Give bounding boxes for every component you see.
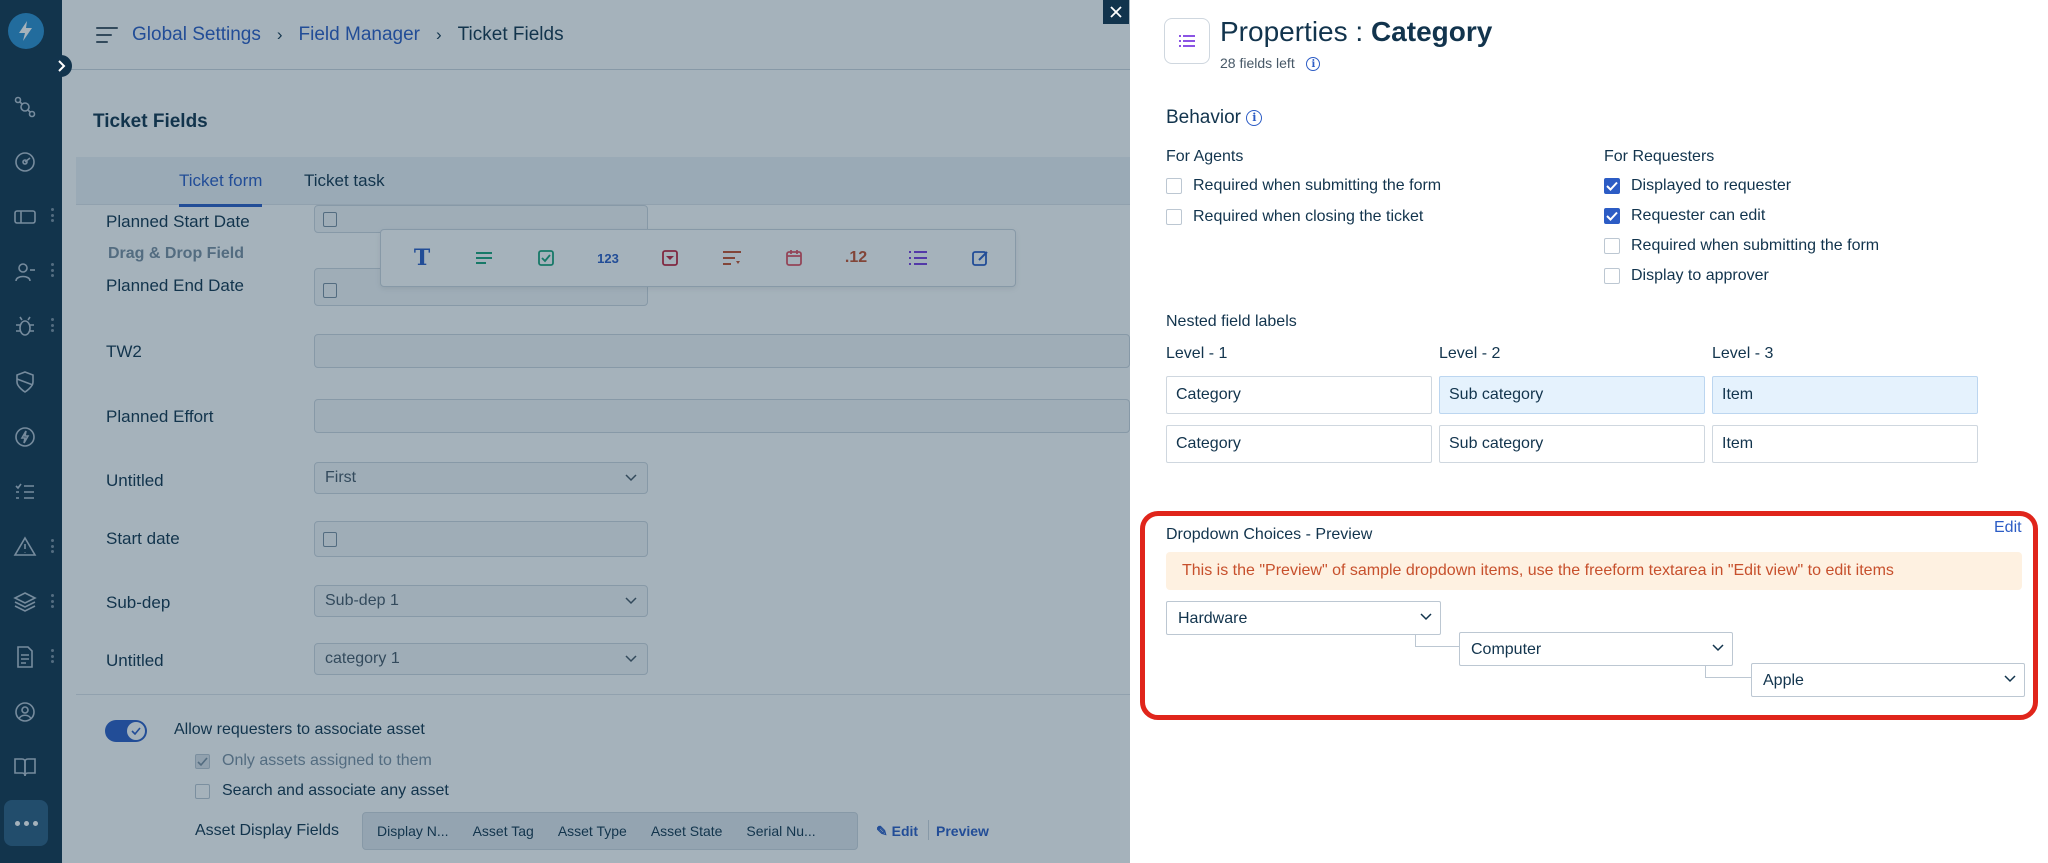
info-icon[interactable]: i <box>1306 57 1321 72</box>
checkbox-label: Displayed to requester <box>1631 177 1792 194</box>
choice-level-1-select[interactable]: Hardware <box>1166 601 1441 635</box>
requester-can-edit[interactable]: Requester can edit <box>1604 207 1765 225</box>
requester-required-submit[interactable]: Required when submitting the form <box>1604 237 1879 255</box>
expand-sidebar-icon[interactable] <box>50 55 72 77</box>
checkbox-label: Required when submitting the form <box>1193 177 1442 194</box>
dropdown-edit-link[interactable]: Edit <box>1994 519 2022 537</box>
close-icon[interactable] <box>1103 0 1129 24</box>
agent-required-close[interactable]: Required when closing the ticket <box>1166 208 1423 226</box>
level-2-heading: Level - 2 <box>1439 345 1501 362</box>
requester-label-level-3[interactable]: Item <box>1712 425 1978 463</box>
requester-label-level-1[interactable]: Category <box>1166 425 1432 463</box>
for-requesters-heading: For Requesters <box>1604 148 1715 165</box>
requester-displayed[interactable]: Displayed to requester <box>1604 177 1791 195</box>
checkbox-label: Display to approver <box>1631 267 1769 284</box>
dropdown-choices-heading: Dropdown Choices - Preview <box>1166 526 1373 543</box>
behavior-label: Behavior <box>1166 107 1241 128</box>
checkbox[interactable] <box>1604 268 1620 284</box>
checkbox-label: Requester can edit <box>1631 207 1766 224</box>
choice-level-2-select[interactable]: Computer <box>1459 632 1733 666</box>
select-value: Apple <box>1763 672 1804 689</box>
select-value: Computer <box>1471 641 1542 658</box>
for-agents-heading: For Agents <box>1166 148 1244 165</box>
chevron-down-icon <box>1420 613 1432 621</box>
preview-warning: This is the "Preview" of sample dropdown… <box>1166 552 2022 590</box>
choice-level-3-select[interactable]: Apple <box>1751 663 2025 697</box>
select-value: Hardware <box>1178 610 1248 627</box>
nesting-connector <box>1415 635 1459 647</box>
checkbox-checked[interactable] <box>1604 178 1620 194</box>
fields-left: 28 fields left i <box>1220 55 1321 72</box>
agent-label-level-2[interactable]: Sub category <box>1439 376 1705 414</box>
info-icon[interactable]: i <box>1246 109 1263 126</box>
panel-title: Properties : Category <box>1220 16 1492 48</box>
behavior-heading: Behavior i <box>1166 107 1263 129</box>
checkbox[interactable] <box>1166 209 1182 225</box>
title-field-name: Category <box>1370 16 1493 47</box>
level-3-heading: Level - 3 <box>1712 345 1774 362</box>
chevron-down-icon <box>2004 675 2016 683</box>
agent-required-submit[interactable]: Required when submitting the form <box>1166 177 1441 195</box>
fields-left-text: 28 fields left <box>1220 55 1295 71</box>
level-1-heading: Level - 1 <box>1166 345 1228 362</box>
agent-label-level-1[interactable]: Category <box>1166 376 1432 414</box>
nesting-connector <box>1705 666 1751 678</box>
requester-display-approver[interactable]: Display to approver <box>1604 267 1769 285</box>
agent-label-level-3[interactable]: Item <box>1712 376 1978 414</box>
checkbox-label: Required when submitting the form <box>1631 237 1880 254</box>
checkbox-label: Required when closing the ticket <box>1193 208 1424 225</box>
title-prefix: Properties : <box>1220 16 1371 47</box>
nested-field-labels-heading: Nested field labels <box>1166 313 1297 330</box>
properties-panel: Properties : Category 28 fields left i B… <box>1130 0 2048 863</box>
modal-overlay[interactable] <box>0 0 1130 863</box>
requester-label-level-2[interactable]: Sub category <box>1439 425 1705 463</box>
chevron-down-icon <box>1712 644 1724 652</box>
dependent-field-type-icon <box>1164 18 1210 64</box>
checkbox-checked[interactable] <box>1604 208 1620 224</box>
checkbox[interactable] <box>1604 238 1620 254</box>
checkbox[interactable] <box>1166 178 1182 194</box>
